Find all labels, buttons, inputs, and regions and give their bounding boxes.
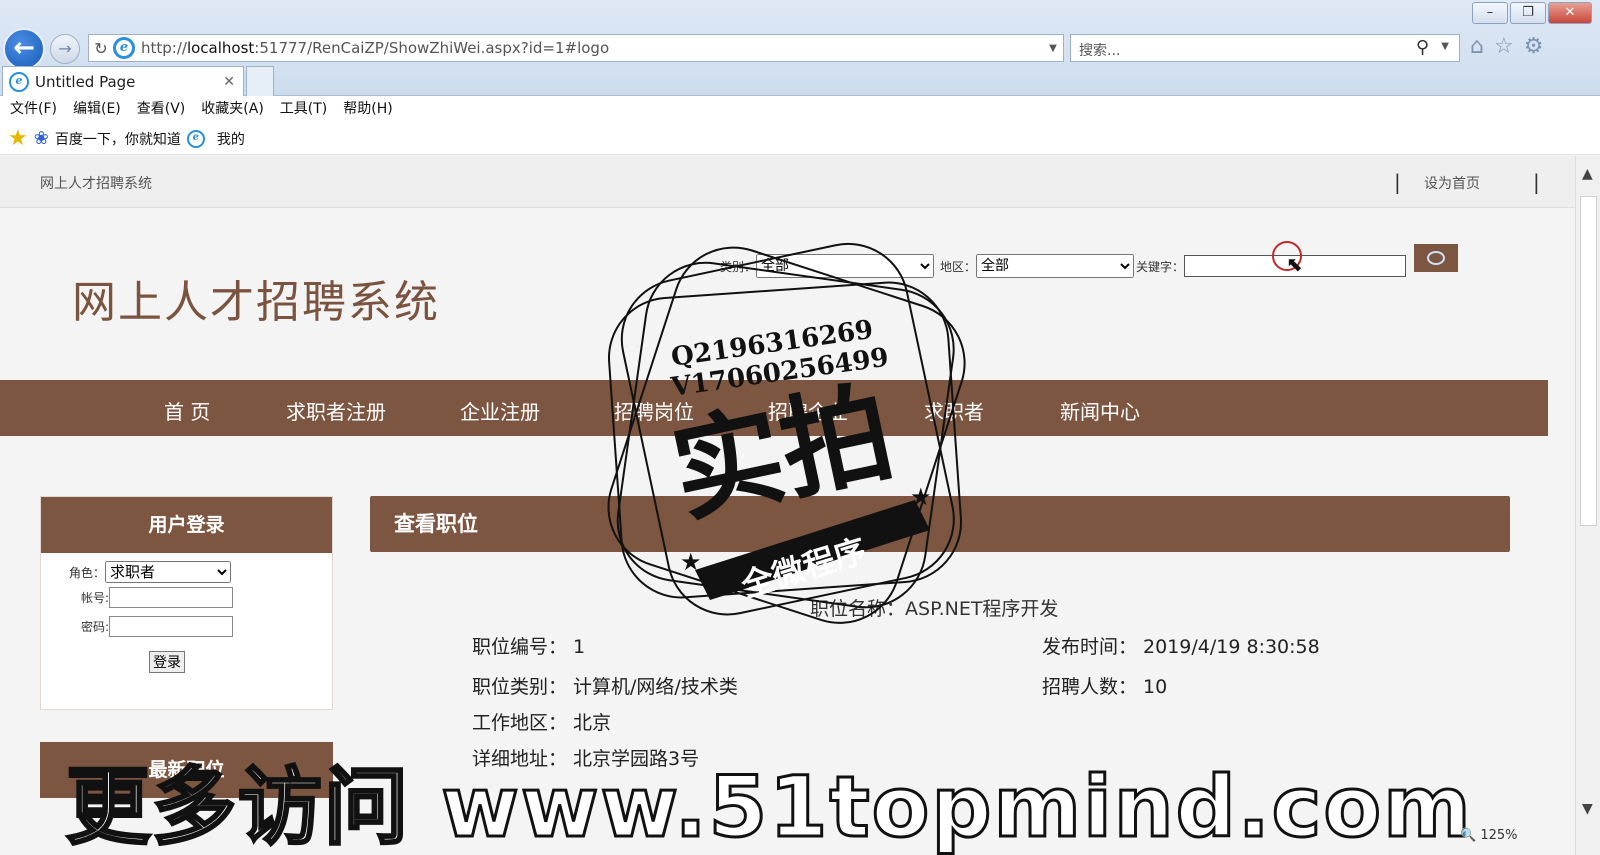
menu-view[interactable]: 查看(V) [137,96,186,123]
login-title: 用户登录 [41,497,332,553]
password-row: 密码: [81,616,234,637]
field-label: 职位编号： [472,636,568,658]
nav-jobseeker-register[interactable]: 求职者注册 [286,396,386,425]
scroll-up-icon[interactable]: ▲ [1582,166,1593,182]
ie-small-icon: e [186,129,205,148]
favorite-link-baidu[interactable]: 百度一下，你就知道 [55,129,181,149]
add-favorite-star-icon[interactable]: ★ [8,126,28,151]
nav-jobs[interactable]: 招聘岗位 [614,396,694,425]
gear-icon[interactable]: ⚙ [1524,34,1544,59]
nav-home[interactable]: 首 页 [164,396,210,425]
field-label: 工作地区： [472,712,568,734]
field-value: 10 [1143,676,1168,698]
field-value: 计算机/网络/技术类 [573,676,738,698]
field-label: 发布时间： [1042,636,1138,658]
url-text[interactable]: http://localhost:51777/RenCaiZP/ShowZhiW… [141,39,1043,57]
favorite-link-mine[interactable]: 我的 [217,129,245,149]
search-icon[interactable]: ⚲ [1416,37,1429,58]
favorites-bar: ★ ❀ 百度一下，你就知道 e 我的 [0,123,1600,155]
address-dropdown-icon[interactable]: ▼ [1043,43,1063,54]
job-field: 职位编号： 1 [472,632,585,659]
login-panel: 用户登录 角色： 求职者 帐号: 密码: 登录 [40,496,333,710]
password-input[interactable] [109,616,234,637]
job-field: 招聘人数： 10 [1042,672,1167,699]
ie-icon: e [113,37,135,59]
job-name-value: ASP.NET程序开发 [905,598,1059,620]
role-label: 角色： [69,565,106,580]
job-name: 职位名称：ASP.NET程序开发 [810,594,1058,621]
role-row: 角色： 求职者 [69,561,232,583]
nav-companies[interactable]: 招聘企业 [768,396,848,425]
nav-company-register[interactable]: 企业注册 [460,396,540,425]
browser-tab[interactable]: e Untitled Page ✕ [2,66,244,96]
browser-chrome: – ❐ ✕ ← → ↻ e http://localhost:51777/Ren… [0,0,1600,96]
window-controls: – ❐ ✕ [1472,2,1592,24]
toolbar-icons: ⌂ ☆ ⚙ [1470,34,1543,59]
menu-edit[interactable]: 编辑(E) [73,96,121,123]
minimize-button[interactable]: – [1472,2,1508,24]
menu-favorites[interactable]: 收藏夹(A) [201,96,264,123]
refresh-icon[interactable]: ↻ [89,39,113,58]
home-icon[interactable]: ⌂ [1470,34,1484,59]
close-window-button[interactable]: ✕ [1548,2,1592,24]
divider: | [1394,170,1401,194]
forward-button[interactable]: → [50,34,80,64]
field-value: 2019/4/19 8:30:58 [1143,636,1320,658]
site-logo: 网上人才招聘系统 [72,277,440,328]
field-value: 北京 [573,712,612,734]
field-label: 职位类别： [472,676,568,698]
tab-ie-icon: e [9,71,29,92]
browser-search-input[interactable]: 搜索... ⚲ ▼ [1070,34,1460,62]
main-nav: 首 页 求职者注册 企业注册 招聘岗位 招聘企业 求职者 新闻中心 [0,380,1548,436]
area-select[interactable]: 全部 [976,254,1135,278]
mouse-cursor-icon: ⬉ [1286,252,1303,276]
page-scrollbar[interactable]: ▲ ▼ [1575,156,1600,855]
menu-help[interactable]: 帮助(H) [343,96,392,123]
account-row: 帐号: [81,587,234,608]
set-home-link[interactable]: 设为首页 [1424,173,1480,193]
field-label: 招聘人数： [1042,676,1138,698]
nav-news[interactable]: 新闻中心 [1060,396,1140,425]
favorites-star-icon[interactable]: ☆ [1494,34,1514,59]
section-title: 查看职位 [370,496,1510,552]
job-search-filters: 类别： 全部 地区： 全部 关键字： [720,254,1407,278]
category-select[interactable]: 全部 [756,254,935,278]
job-field: 发布时间： 2019/4/19 8:30:58 [1042,632,1320,659]
account-input[interactable] [109,587,234,608]
restore-button[interactable]: ❐ [1510,2,1546,24]
role-select[interactable]: 求职者 [105,561,232,583]
scroll-thumb[interactable] [1580,196,1597,526]
zoom-level[interactable]: 🔍 125% [1460,828,1518,843]
password-label: 密码: [81,620,110,634]
bottom-watermark: 更多访问 www.51topmind.com [65,757,1473,855]
magnifier-icon [1427,251,1445,265]
scroll-down-icon[interactable]: ▼ [1582,801,1593,817]
menu-file[interactable]: 文件(F) [10,96,57,123]
menu-tools[interactable]: 工具(T) [280,96,327,123]
account-label: 帐号: [81,591,110,605]
menu-bar: 文件(F) 编辑(E) 查看(V) 收藏夹(A) 工具(T) 帮助(H) [0,96,1600,123]
area-label: 地区： [940,259,977,274]
category-label: 类别： [720,259,757,274]
search-dropdown-icon[interactable]: ▼ [1441,41,1449,52]
search-button[interactable] [1414,244,1458,272]
job-name-label: 职位名称： [810,598,906,620]
job-field: 工作地区： 北京 [472,708,611,735]
back-button[interactable]: ← [3,28,45,70]
keyword-label: 关键字： [1136,259,1185,274]
login-button[interactable]: 登录 [149,651,185,673]
close-tab-icon[interactable]: ✕ [223,74,235,90]
site-top-title: 网上人才招聘系统 [40,176,152,192]
site-topbar: 网上人才招聘系统 | 设为首页 | [0,156,1575,208]
baidu-paw-icon: ❀ [33,128,49,149]
new-tab-button[interactable] [246,66,274,96]
nav-jobseekers[interactable]: 求职者 [924,396,984,425]
tab-title: Untitled Page [35,72,136,91]
divider: | [1533,170,1540,194]
field-value: 1 [573,636,586,658]
address-bar[interactable]: ↻ e http://localhost:51777/RenCaiZP/Show… [88,34,1064,62]
job-field: 职位类别： 计算机/网络/技术类 [472,672,738,699]
